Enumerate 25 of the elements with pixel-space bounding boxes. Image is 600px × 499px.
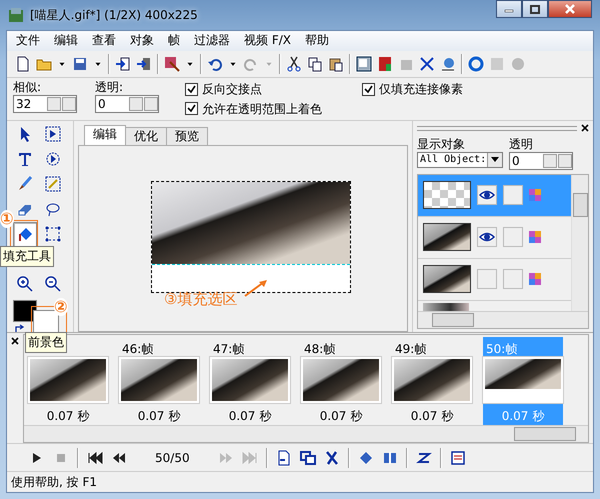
- annotation-label: ③填充选区: [164, 290, 238, 309]
- status-text: 使用帮助, 按 F1: [11, 474, 97, 491]
- checkbox-label: 允许在透明范围上着色: [202, 100, 322, 117]
- frame-label: 47:帧: [213, 342, 244, 356]
- window-title: [喵星人.gif*] (1/2X) 400x225: [30, 6, 198, 24]
- frame-delay: 0.07 秒: [320, 408, 362, 425]
- frame-delay: 0.07 秒: [502, 408, 544, 425]
- frame-delay: 0.07 秒: [228, 408, 272, 425]
- frame-delay: 0.07 秒: [46, 408, 90, 425]
- checkbox-label: 仅填充连接像素: [379, 81, 463, 98]
- step-marker: ①: [0, 210, 14, 228]
- frame-label: 49:帧: [395, 342, 426, 356]
- frame-label: 46:帧: [122, 342, 154, 356]
- frame-delay: 0.07 秒: [138, 408, 180, 425]
- frame-delay: 0.07 秒: [410, 408, 454, 425]
- field-label: 相似:: [13, 80, 42, 96]
- field-label: 透明:: [95, 80, 124, 96]
- field-label: 显示对象: [417, 136, 466, 152]
- tooltip: 前景色: [25, 332, 67, 353]
- field-label: 透明: [509, 136, 534, 152]
- frame-label: 48:帧: [304, 342, 336, 356]
- tooltip: 填充工具: [0, 246, 54, 267]
- frame-label: 50:帧: [486, 342, 518, 356]
- frame-counter: 50/50: [154, 450, 191, 464]
- checkbox-label: 反向交接点: [202, 81, 262, 98]
